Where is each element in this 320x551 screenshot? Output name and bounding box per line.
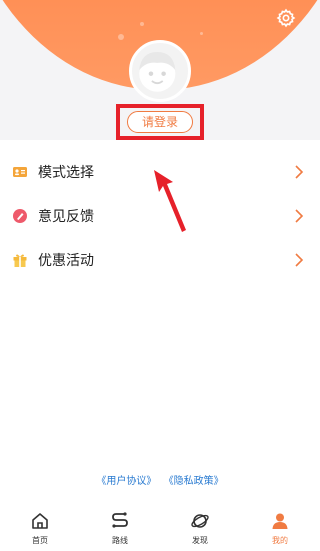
id-card-icon: [12, 164, 28, 180]
menu-item-label: 模式选择: [38, 165, 94, 181]
decorative-dot: [118, 34, 124, 40]
gift-icon: [12, 252, 28, 268]
menu-item-label: 意见反馈: [38, 209, 94, 225]
feedback-icon: [12, 208, 28, 224]
agreement-links: 《用户协议》 《隐私政策》: [0, 472, 320, 487]
tab-route[interactable]: 路线: [80, 505, 160, 551]
settings-gear-icon[interactable]: [276, 8, 296, 28]
privacy-policy-link[interactable]: 《隐私政策》: [164, 472, 224, 487]
menu-item-promotions[interactable]: 优惠活动: [0, 238, 320, 282]
login-button[interactable]: 请登录: [127, 111, 193, 133]
home-icon: [32, 513, 48, 529]
chevron-right-icon: [295, 165, 304, 179]
person-icon: [272, 513, 288, 529]
tab-label: 我的: [272, 536, 288, 545]
face-icon: [139, 52, 176, 92]
bottom-tab-bar: 首页 路线 发现 我的: [0, 505, 320, 551]
chevron-right-icon: [295, 253, 304, 267]
tab-discover[interactable]: 发现: [160, 505, 240, 551]
annotation-arrow-icon: [154, 170, 186, 232]
planet-icon: [191, 514, 209, 528]
tab-mine[interactable]: 我的: [240, 505, 320, 551]
decorative-dot: [140, 22, 144, 26]
avatar[interactable]: [129, 40, 191, 102]
user-agreement-link[interactable]: 《用户协议》: [96, 472, 156, 487]
chevron-right-icon: [295, 209, 304, 223]
tab-label: 路线: [112, 536, 128, 545]
tab-label: 发现: [192, 536, 208, 545]
decorative-dot: [200, 32, 203, 35]
route-icon: [112, 512, 128, 528]
tab-label: 首页: [32, 536, 48, 545]
menu-item-label: 优惠活动: [38, 253, 94, 269]
tab-home[interactable]: 首页: [0, 505, 80, 551]
